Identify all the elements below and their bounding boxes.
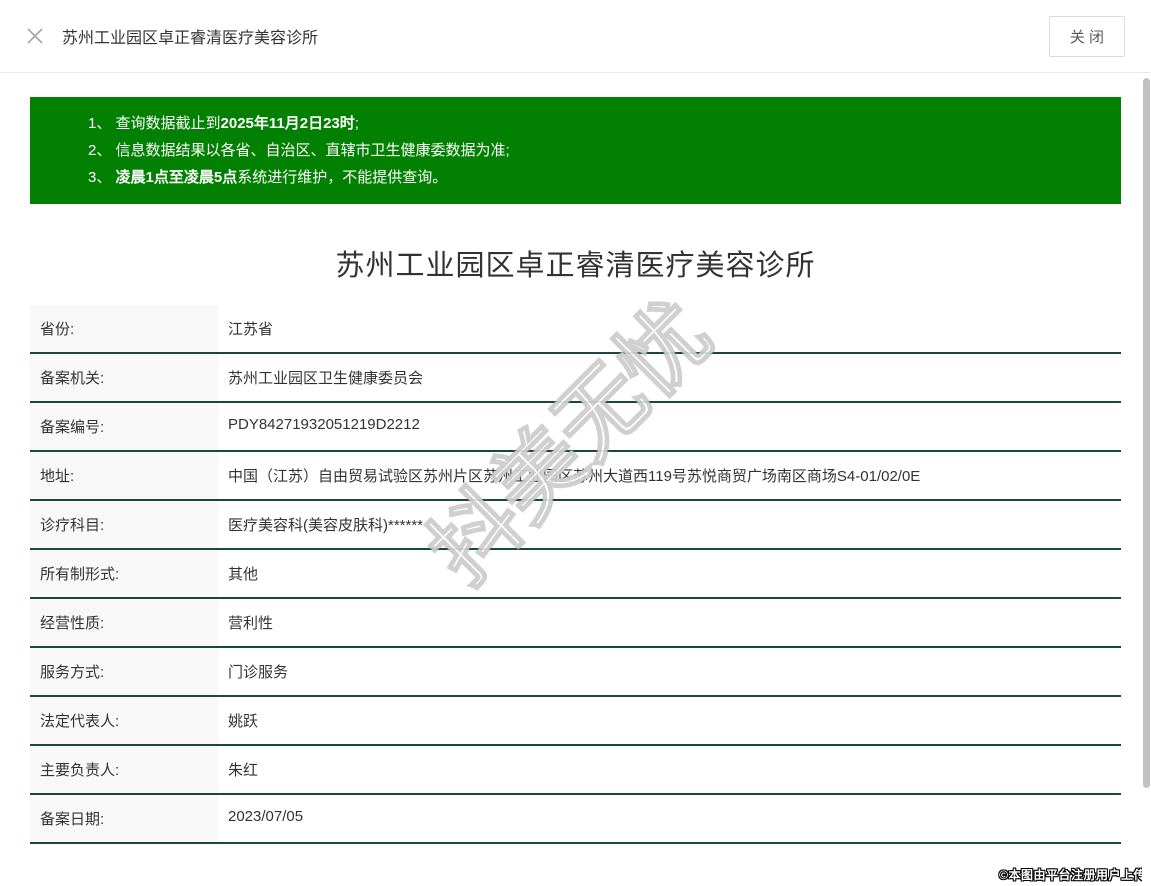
row-label: 诊疗科目: [30, 501, 218, 548]
row-value: 苏州工业园区卫生健康委员会 [218, 354, 1121, 401]
row-label: 主要负责人: [30, 746, 218, 793]
row-label: 地址: [30, 452, 218, 499]
row-label: 服务方式: [30, 648, 218, 695]
row-value: 营利性 [218, 599, 1121, 646]
table-row: 备案机关:苏州工业园区卫生健康委员会 [30, 354, 1121, 403]
scrollbar-track [1142, 74, 1151, 886]
info-table: 省份:江苏省备案机关:苏州工业园区卫生健康委员会备案编号:PDY84271932… [30, 305, 1121, 844]
row-label: 备案编号: [30, 403, 218, 450]
table-row: 主要负责人:朱红 [30, 746, 1121, 795]
notice-banner: 1、 查询数据截止到2025年11月2日23时;2、 信息数据结果以各省、自治区… [30, 97, 1121, 204]
table-row: 备案编号:PDY84271932051219D2212 [30, 403, 1121, 452]
notice-line: 1、 查询数据截止到2025年11月2日23时; [88, 110, 1101, 137]
row-value: 2023/07/05 [218, 795, 1121, 842]
record-page: 苏州工业园区卓正睿清医疗美容诊所 关 闭 1、 查询数据截止到2025年11月2… [0, 0, 1151, 886]
table-row: 服务方式:门诊服务 [30, 648, 1121, 697]
upload-credit-text: ©本图由平台注册用户上传 [999, 866, 1146, 883]
table-row: 备案日期:2023/07/05 [30, 795, 1121, 844]
row-value: 江苏省 [218, 305, 1121, 352]
row-value: 姚跃 [218, 697, 1121, 744]
window-title: 苏州工业园区卓正睿清医疗美容诊所 [62, 24, 318, 48]
notice-line: 3、 凌晨1点至凌晨5点系统进行维护，不能提供查询。 [88, 164, 1101, 191]
page-title: 苏州工业园区卓正睿清医疗美容诊所 [0, 242, 1151, 284]
scrollbar-thumb[interactable] [1143, 78, 1150, 788]
row-label: 所有制形式: [30, 550, 218, 597]
row-value: 其他 [218, 550, 1121, 597]
row-value: 中国（江苏）自由贸易试验区苏州片区苏州工业园区苏州大道西119号苏悦商贸广场南区… [218, 452, 1121, 499]
top-bar: 苏州工业园区卓正睿清医疗美容诊所 关 闭 [0, 0, 1151, 73]
row-label: 省份: [30, 305, 218, 352]
row-label: 法定代表人: [30, 697, 218, 744]
row-value: PDY84271932051219D2212 [218, 403, 1121, 450]
close-button[interactable]: 关 闭 [1049, 16, 1125, 57]
row-value: 朱红 [218, 746, 1121, 793]
row-label: 备案机关: [30, 354, 218, 401]
table-row: 经营性质:营利性 [30, 599, 1121, 648]
table-row: 诊疗科目:医疗美容科(美容皮肤科)****** [30, 501, 1121, 550]
row-value: 门诊服务 [218, 648, 1121, 695]
table-row: 省份:江苏省 [30, 305, 1121, 354]
table-row: 所有制形式:其他 [30, 550, 1121, 599]
table-row: 法定代表人:姚跃 [30, 697, 1121, 746]
row-value: 医疗美容科(美容皮肤科)****** [218, 501, 1121, 548]
notice-line: 2、 信息数据结果以各省、自治区、直辖市卫生健康委数据为准; [88, 137, 1101, 164]
row-label: 备案日期: [30, 795, 218, 842]
close-x-icon[interactable] [26, 27, 44, 45]
table-row: 地址:中国（江苏）自由贸易试验区苏州片区苏州工业园区苏州大道西119号苏悦商贸广… [30, 452, 1121, 501]
row-label: 经营性质: [30, 599, 218, 646]
